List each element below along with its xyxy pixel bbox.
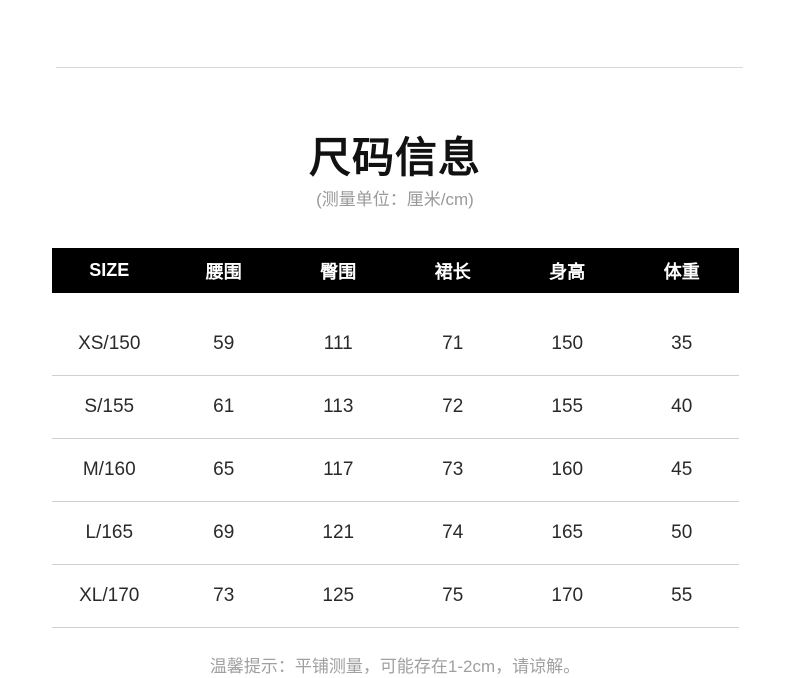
cell-weight: 40: [671, 396, 693, 417]
cell-height: 155: [551, 396, 584, 417]
header-skirt-length: 裙长: [434, 261, 471, 282]
cell-waist: 59: [213, 333, 235, 354]
cell-weight: 55: [671, 585, 693, 606]
header-size: SIZE: [89, 260, 130, 280]
cell-hip: 111: [323, 333, 353, 354]
table-header: SIZE 腰围 臀围 裙长 身高 体重: [52, 248, 739, 293]
cell-size: XS/150: [78, 333, 141, 354]
cell-waist: 73: [213, 585, 235, 606]
header-hip: 臀围: [320, 261, 357, 282]
table-row: L/165 69 121 74 165 50: [52, 502, 739, 565]
cell-hip: 121: [322, 522, 355, 543]
cell-height: 170: [551, 585, 584, 606]
table-row: S/155 61 113 72 155 40: [52, 376, 739, 439]
cell-skirt-length: 73: [442, 459, 464, 480]
measurement-unit-note: (测量单位：厘米/cm): [316, 190, 474, 209]
size-table: SIZE 腰围 臀围 裙长 身高 体重 XS/150 59 111 71 150…: [52, 248, 739, 628]
cell-height: 150: [551, 333, 584, 354]
cell-hip: 117: [323, 459, 354, 480]
header-weight: 体重: [663, 261, 700, 282]
cell-size: M/160: [82, 459, 136, 480]
top-divider: [56, 67, 743, 68]
cell-weight: 35: [671, 333, 693, 354]
table-row: XL/170 73 125 75 170 55: [52, 565, 739, 628]
cell-height: 160: [551, 459, 584, 480]
cell-skirt-length: 72: [442, 396, 464, 417]
table-body: XS/150 59 111 71 150 35 S/155 61 113 72 …: [52, 293, 739, 628]
footnote-tip: 温馨提示：平铺测量，可能存在1-2cm，请谅解。: [209, 657, 581, 676]
cell-weight: 45: [671, 459, 693, 480]
cell-hip: 113: [323, 396, 354, 417]
cell-waist: 61: [213, 396, 235, 417]
cell-waist: 69: [213, 522, 235, 543]
cell-size: XL/170: [79, 585, 140, 606]
cell-skirt-length: 71: [442, 333, 464, 354]
cell-size: S/155: [84, 396, 135, 417]
table-row: M/160 65 117 73 160 45: [52, 439, 739, 502]
cell-height: 165: [551, 522, 584, 543]
header-waist: 腰围: [205, 261, 242, 282]
cell-skirt-length: 75: [442, 585, 464, 606]
cell-waist: 65: [213, 459, 235, 480]
cell-skirt-length: 74: [442, 522, 464, 543]
cell-weight: 50: [671, 522, 693, 543]
page-title: 尺码信息: [308, 134, 481, 181]
table-row: XS/150 59 111 71 150 35: [52, 313, 739, 376]
cell-size: L/165: [85, 522, 134, 543]
header-height: 身高: [549, 261, 586, 282]
cell-hip: 125: [322, 585, 355, 606]
